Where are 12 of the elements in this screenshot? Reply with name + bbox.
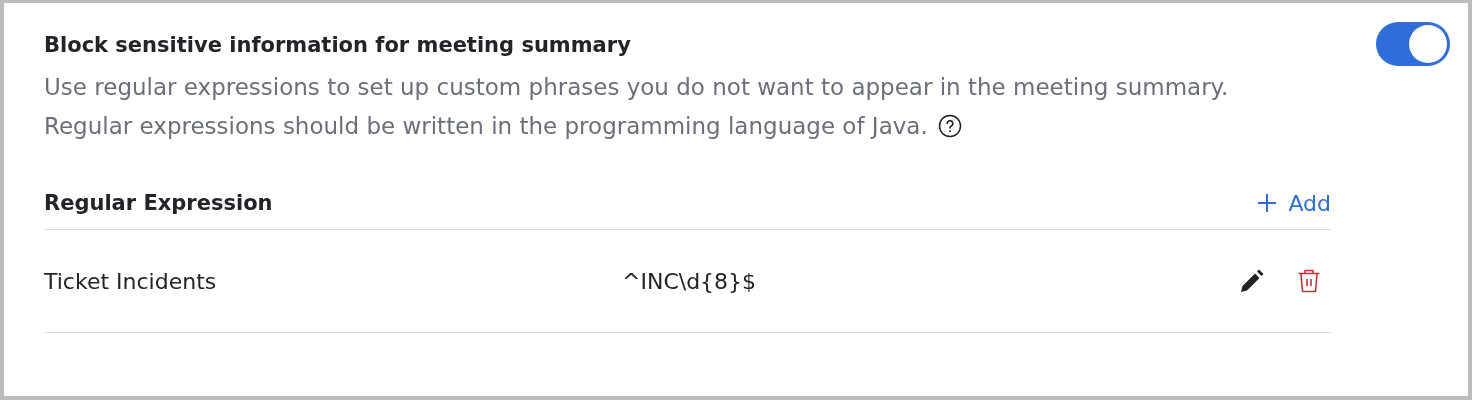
description-text: Use regular expressions to set up custom phrases you do not want to appear in the meeting summary.	[44, 73, 1229, 100]
plus-icon	[1256, 192, 1279, 214]
setting-title: Block sensitive information for meeting summary	[44, 33, 632, 57]
column-heading: Regular Expression	[44, 191, 273, 215]
toggle-switch[interactable]	[1376, 22, 1450, 66]
add-button[interactable]: Add	[1256, 190, 1331, 216]
table-cell-text: ^INC\d{8}$	[622, 268, 758, 294]
edit-icon[interactable]	[1239, 268, 1265, 294]
delete-icon[interactable]	[1297, 268, 1321, 294]
description-text: Regular expressions should be written in the programming language of Java.	[44, 112, 928, 139]
help-icon[interactable]	[937, 113, 962, 138]
table-cell-text: Ticket Incidents	[44, 268, 218, 294]
